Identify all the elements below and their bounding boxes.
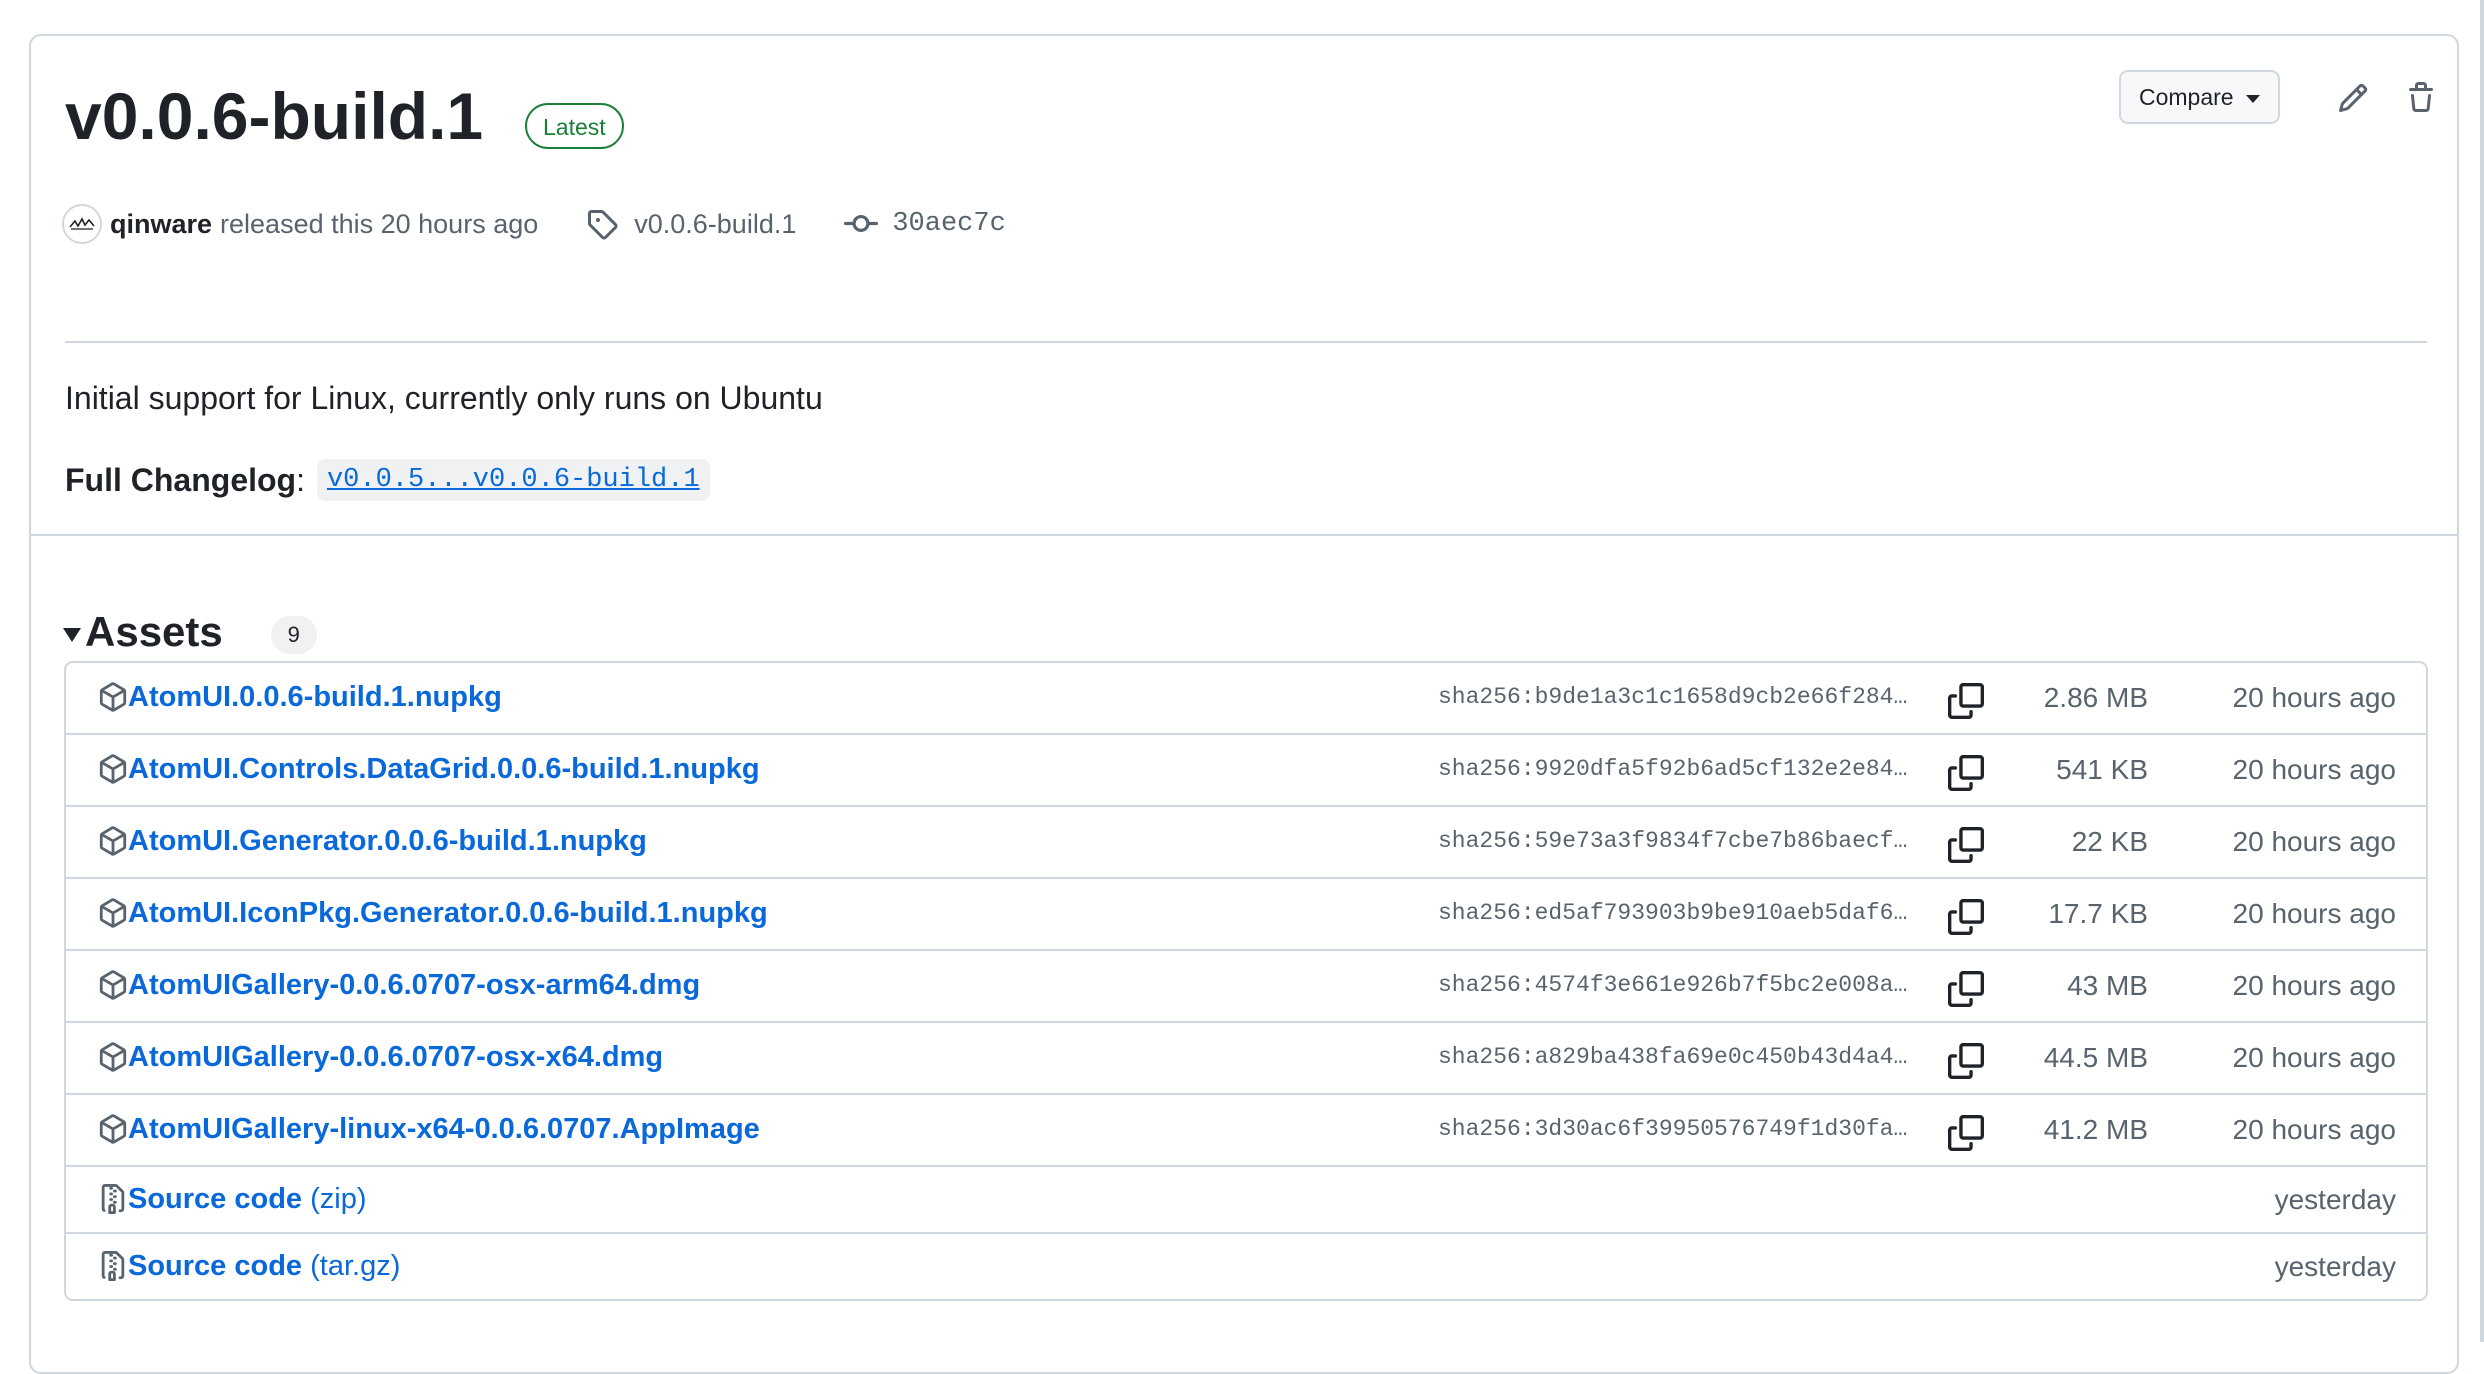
asset-time: 20 hours ago [2232, 754, 2396, 785]
asset-link[interactable]: AtomUIGallery-0.0.6.0707-osx-arm64.dmg [128, 951, 700, 1019]
source-code-row: Source code (zip) yesterday [66, 1165, 2426, 1232]
asset-link[interactable]: AtomUI.Controls.DataGrid.0.0.6-build.1.n… [128, 735, 760, 803]
copy-icon[interactable] [1948, 1115, 1984, 1151]
asset-sha: sha256:3d30ac6f39950576749f1d30fa… [1438, 1116, 1908, 1142]
file-zip-icon [101, 1251, 125, 1281]
copy-icon[interactable] [1948, 683, 1984, 719]
copy-icon[interactable] [1948, 1043, 1984, 1079]
caret-down-icon [63, 628, 81, 642]
asset-time: yesterday [2274, 1251, 2396, 1282]
asset-size: 44.5 MB [2043, 1042, 2148, 1073]
tag-icon [588, 210, 618, 240]
copy-icon[interactable] [1948, 827, 1984, 863]
file-zip-icon [101, 1184, 125, 1214]
assets-title: Assets [85, 608, 223, 655]
pencil-icon [2338, 83, 2368, 113]
assets-count-badge: 9 [270, 616, 317, 654]
assets-toggle[interactable]: Assets 9 [63, 602, 317, 662]
asset-row: AtomUI.Controls.DataGrid.0.0.6-build.1.n… [66, 733, 2426, 805]
compare-button[interactable]: Compare [2119, 70, 2280, 124]
package-icon [99, 754, 127, 784]
full-changelog: Full Changelog: v0.0.5...v0.0.6-build.1 [65, 456, 710, 504]
commit-icon [844, 214, 879, 232]
avatar[interactable] [62, 204, 102, 244]
asset-sha: sha256:a829ba438fa69e0c450b43d4a4… [1438, 1044, 1908, 1070]
asset-link[interactable]: AtomUI.IconPkg.Generator.0.0.6-build.1.n… [128, 879, 768, 947]
asset-time: 20 hours ago [2232, 682, 2396, 713]
asset-time: 20 hours ago [2232, 970, 2396, 1001]
package-icon [99, 970, 127, 1000]
asset-time: 20 hours ago [2232, 1114, 2396, 1145]
copy-icon[interactable] [1948, 971, 1984, 1007]
source-code-format: (tar.gz) [310, 1250, 401, 1282]
asset-size: 2.86 MB [2043, 682, 2148, 713]
asset-row: AtomUIGallery-0.0.6.0707-osx-arm64.dmg s… [66, 949, 2426, 1021]
assets-list: AtomUI.0.0.6-build.1.nupkg sha256:b9de1a… [64, 661, 2428, 1301]
released-text: released this 20 hours ago [220, 208, 539, 239]
header-divider [65, 341, 2427, 343]
source-code-label: Source code [128, 1250, 303, 1282]
source-code-row: Source code (tar.gz) yesterday [66, 1232, 2426, 1299]
asset-row: AtomUI.IconPkg.Generator.0.0.6-build.1.n… [66, 877, 2426, 949]
asset-size: 41.2 MB [2043, 1114, 2148, 1145]
release-title[interactable]: v0.0.6-build.1 [65, 76, 483, 156]
asset-sha: sha256:59e73a3f9834f7cbe7b86baecf… [1438, 828, 1908, 854]
delete-button[interactable] [2401, 78, 2441, 118]
asset-size: 17.7 KB [2048, 898, 2148, 929]
asset-sha: sha256:ed5af793903b9be910aeb5daf6… [1438, 900, 1908, 926]
asset-link[interactable]: AtomUIGallery-0.0.6.0707-osx-x64.dmg [128, 1023, 663, 1091]
package-icon [99, 898, 127, 928]
release-card: v0.0.6-build.1 Latest Compare qinware re… [29, 34, 2459, 1374]
asset-time: 20 hours ago [2232, 1042, 2396, 1073]
asset-size: 43 MB [2067, 970, 2148, 1001]
package-icon [99, 826, 127, 856]
release-description: Initial support for Linux, currently onl… [65, 380, 823, 416]
asset-size: 22 KB [2071, 826, 2148, 857]
author-link[interactable]: qinware [110, 209, 212, 240]
tag-link[interactable]: v0.0.6-build.1 [634, 209, 796, 240]
source-code-zip-link[interactable]: Source code (zip) [128, 1167, 367, 1231]
edit-button[interactable] [2333, 78, 2373, 118]
source-code-targz-link[interactable]: Source code (tar.gz) [128, 1234, 400, 1298]
asset-row: AtomUI.Generator.0.0.6-build.1.nupkg sha… [66, 805, 2426, 877]
asset-row: AtomUIGallery-0.0.6.0707-osx-x64.dmg sha… [66, 1021, 2426, 1093]
asset-time: yesterday [2274, 1184, 2396, 1215]
commit-link[interactable]: 30aec7c [892, 209, 1005, 239]
asset-link[interactable]: AtomUI.0.0.6-build.1.nupkg [128, 663, 502, 731]
source-code-format: (zip) [310, 1183, 367, 1215]
asset-link[interactable]: AtomUIGallery-linux-x64-0.0.6.0707.AppIm… [128, 1095, 760, 1163]
asset-sha: sha256:9920dfa5f92b6ad5cf132e2e84… [1438, 756, 1908, 782]
asset-link[interactable]: AtomUI.Generator.0.0.6-build.1.nupkg [128, 807, 647, 875]
window-edge [2480, 0, 2484, 1342]
caret-down-icon [2245, 94, 2260, 103]
release-meta: qinware released this 20 hours ago v0.0.… [62, 201, 1006, 247]
changelog-label: Full Changelog [65, 462, 297, 498]
changelog-colon: : [296, 462, 305, 498]
asset-size: 541 KB [2056, 754, 2148, 785]
compare-label: Compare [2139, 84, 2234, 110]
package-icon [99, 1114, 127, 1144]
avatar-image-icon [65, 207, 99, 241]
source-code-label: Source code [128, 1183, 303, 1215]
copy-icon[interactable] [1948, 899, 1984, 935]
asset-time: 20 hours ago [2232, 826, 2396, 857]
package-icon [99, 682, 127, 712]
asset-row: AtomUIGallery-linux-x64-0.0.6.0707.AppIm… [66, 1093, 2426, 1165]
asset-sha: sha256:4574f3e661e926b7f5bc2e008a… [1438, 972, 1908, 998]
package-icon [99, 1042, 127, 1072]
asset-row: AtomUI.0.0.6-build.1.nupkg sha256:b9de1a… [66, 663, 2426, 733]
latest-badge: Latest [525, 103, 624, 149]
trash-icon [2409, 82, 2433, 112]
asset-time: 20 hours ago [2232, 898, 2396, 929]
asset-sha: sha256:b9de1a3c1c1658d9cb2e66f284… [1438, 684, 1908, 710]
changelog-link[interactable]: v0.0.5...v0.0.6-build.1 [316, 459, 710, 501]
assets-divider [31, 534, 2457, 536]
copy-icon[interactable] [1948, 755, 1984, 791]
